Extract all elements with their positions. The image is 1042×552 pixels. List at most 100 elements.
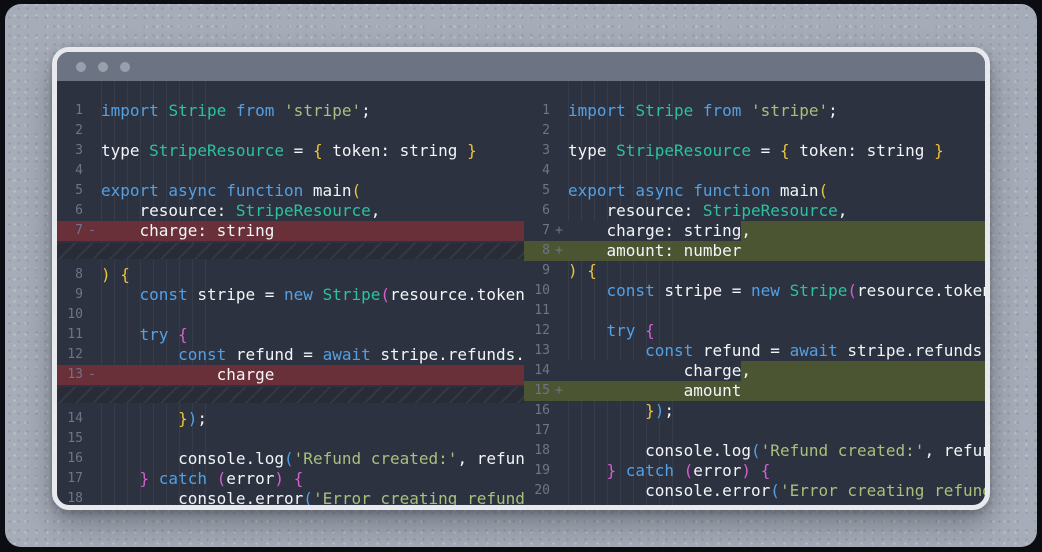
window-dot-icon[interactable] xyxy=(76,62,86,72)
line-gutter: 5 xyxy=(57,181,101,201)
code-text: resource: StripeResource, xyxy=(101,201,524,221)
window-dot-icon[interactable] xyxy=(120,62,130,72)
code-text xyxy=(568,421,985,441)
line-gutter: 7+ xyxy=(524,221,568,241)
line-gutter: 7- xyxy=(57,221,101,241)
code-line: 10 const stripe = new Stripe(resource.to… xyxy=(524,281,985,301)
code-token: type xyxy=(568,141,616,161)
line-number: 17 xyxy=(524,421,550,441)
line-gutter: 8+ xyxy=(524,241,568,261)
code-token: console.log xyxy=(568,441,751,461)
diff-marker: + xyxy=(550,241,568,261)
code-line: 16 console.log('Refund created:', refund… xyxy=(57,449,524,469)
code-token: ; xyxy=(197,409,207,429)
line-gutter: 4 xyxy=(524,161,568,181)
line-gutter: 10 xyxy=(57,305,101,325)
code-text xyxy=(568,301,985,321)
code-token: , xyxy=(838,201,848,221)
line-gutter: 3 xyxy=(57,141,101,161)
code-token: ( xyxy=(684,461,694,481)
code-token: StripeResource xyxy=(616,141,761,161)
code-token: , refund xyxy=(924,441,985,461)
code-text: ) { xyxy=(101,265,524,285)
code-text xyxy=(101,305,524,325)
code-line: 9 ) { xyxy=(524,261,985,281)
line-gutter: 11 xyxy=(57,325,101,345)
code-token: stripe = xyxy=(197,285,284,305)
code-token: catch xyxy=(626,461,684,481)
code-token: ; xyxy=(664,401,674,421)
code-token: , xyxy=(741,361,751,381)
code-token: console.log xyxy=(101,449,284,469)
diff-split-view: 1import Stripe from 'stripe';23type Stri… xyxy=(57,81,985,505)
code-text: charge: string xyxy=(101,221,524,241)
code-token: } xyxy=(467,141,477,161)
code-token: } xyxy=(178,409,188,429)
line-gutter: 18 xyxy=(57,489,101,505)
diff-filler-row xyxy=(57,385,524,409)
code-text: amount: number xyxy=(568,241,985,261)
unchanged-text-segment: charge xyxy=(568,361,741,381)
line-gutter: 14 xyxy=(524,361,568,381)
line-number: 9 xyxy=(524,261,550,281)
line-gutter: 16 xyxy=(524,401,568,421)
code-text: type StripeResource = { token: string } xyxy=(101,141,524,161)
code-token: ; xyxy=(361,101,371,121)
code-line: 1import Stripe from 'stripe'; xyxy=(524,101,985,121)
line-number: 11 xyxy=(57,325,83,345)
code-token: amount: number xyxy=(568,241,741,261)
code-line: 12 try { xyxy=(524,321,985,341)
line-number: 5 xyxy=(524,181,550,201)
diff-pane-new[interactable]: 1import Stripe from 'stripe';23type Stri… xyxy=(524,81,985,505)
line-gutter: 14 xyxy=(57,409,101,429)
code-token: ( xyxy=(770,481,780,501)
code-token: Stripe xyxy=(790,281,848,301)
code-line: 5export async function main( xyxy=(57,181,524,201)
code-token: StripeResource xyxy=(149,141,294,161)
diff-removed-line: 13- charge xyxy=(57,365,524,385)
code-line: 11 try { xyxy=(57,325,524,345)
code-line: 11 xyxy=(524,301,985,321)
code-token: = xyxy=(294,141,313,161)
code-token: try xyxy=(101,325,178,345)
line-number: 6 xyxy=(524,201,550,221)
code-token: { xyxy=(761,461,771,481)
code-token: { xyxy=(178,325,188,345)
diff-marker: - xyxy=(83,221,101,241)
code-text: import Stripe from 'stripe'; xyxy=(101,101,524,121)
background-card: 1import Stripe from 'stripe';23type Stri… xyxy=(5,4,1037,547)
window-dot-icon[interactable] xyxy=(98,62,108,72)
code-text: charge xyxy=(101,365,524,385)
code-token: error xyxy=(226,469,274,489)
code-token: token: string xyxy=(790,141,935,161)
code-token: StripeResource xyxy=(236,201,371,221)
code-token: = xyxy=(761,141,780,161)
code-token: charge: string xyxy=(568,221,741,241)
code-token: , refund xyxy=(457,449,524,469)
diff-pane-old[interactable]: 1import Stripe from 'stripe';23type Stri… xyxy=(57,81,524,505)
code-token: 'Error creating refund:' xyxy=(313,489,524,505)
line-number: 18 xyxy=(57,489,83,505)
line-number: 7 xyxy=(57,221,83,241)
code-text: console.log('Refund created:', refund); xyxy=(101,449,524,469)
line-number: 17 xyxy=(57,469,83,489)
code-token: ( xyxy=(847,281,857,301)
code-token: { xyxy=(645,321,655,341)
code-token: { xyxy=(294,469,304,489)
line-number: 15 xyxy=(57,429,83,449)
code-token: ( xyxy=(751,441,761,461)
code-token: await xyxy=(790,341,848,361)
code-line: 8) { xyxy=(57,265,524,285)
code-token: refund = xyxy=(703,341,790,361)
code-token: new xyxy=(284,285,323,305)
code-token: 'Error creating refund:' xyxy=(780,481,985,501)
code-token: ) xyxy=(274,469,284,489)
code-text: } catch (error) { xyxy=(101,469,524,489)
code-token xyxy=(284,469,294,489)
code-text: ) { xyxy=(568,261,985,281)
code-token: main xyxy=(780,181,819,201)
code-line: 17 xyxy=(524,421,985,441)
code-line: 10 xyxy=(57,305,524,325)
line-gutter: 18 xyxy=(524,441,568,461)
line-gutter: 4 xyxy=(57,161,101,181)
